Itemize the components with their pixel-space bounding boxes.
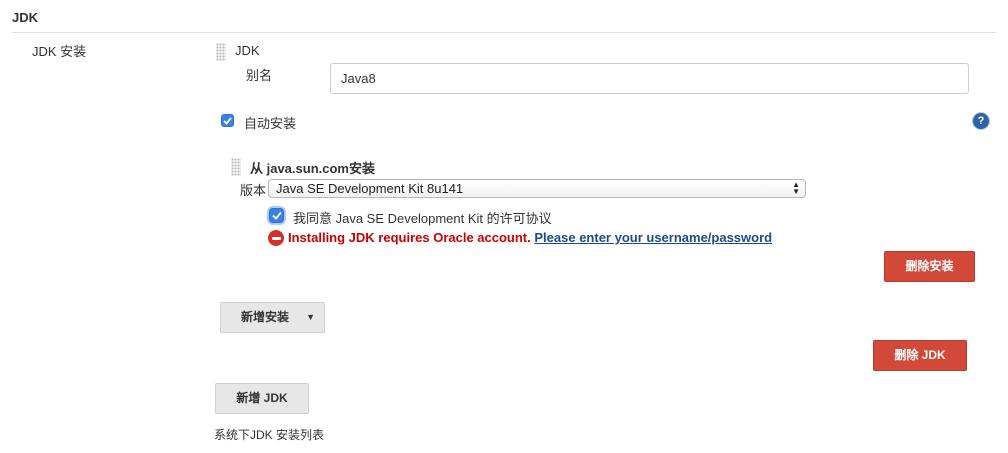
jdk-list-description: 系统下JDK 安装列表 (214, 428, 325, 442)
installer-title: 从 java.sun.com安装 (250, 161, 375, 176)
installer-drag-handle-icon[interactable] (231, 158, 241, 176)
error-message: Installing JDK requires Oracle account. … (288, 230, 772, 245)
auto-install-label: 自动安装 (244, 116, 297, 131)
jdk-entry-header: JDK (235, 43, 260, 58)
caret-down-icon: ▼ (306, 312, 315, 322)
agree-license-checkbox[interactable] (269, 208, 284, 223)
version-select-value: Java SE Development Kit 8u141 (276, 181, 464, 196)
check-icon (271, 211, 282, 220)
alias-label: 别名 (246, 68, 273, 83)
check-icon (223, 116, 232, 125)
add-jdk-button[interactable]: 新增 JDK (215, 383, 309, 414)
version-label: 版本 (240, 183, 267, 198)
version-select[interactable]: Java SE Development Kit 8u141 ▲ ▼ (268, 179, 806, 198)
add-installer-label: 新增安装 (241, 310, 290, 324)
question-icon[interactable]: ? (973, 113, 989, 129)
error-icon (268, 230, 284, 246)
add-installer-button[interactable]: 新增安装 ▼ (220, 302, 325, 333)
agree-license-label: 我同意 Java SE Development Kit 的许可协议 (293, 211, 552, 226)
delete-installer-button[interactable]: 删除安装 (884, 251, 975, 282)
auto-install-checkbox[interactable] (221, 114, 234, 127)
alias-input[interactable] (330, 63, 969, 94)
section-divider (12, 32, 996, 33)
drag-handle-icon[interactable] (216, 43, 226, 61)
delete-jdk-button[interactable]: 删除 JDK (873, 340, 967, 371)
section-title: JDK (12, 10, 39, 25)
select-arrows-icon: ▲ ▼ (792, 180, 800, 196)
error-text: Installing JDK requires Oracle account. (288, 230, 531, 245)
row-label: JDK 安装 (32, 44, 87, 59)
oracle-credentials-link[interactable]: Please enter your username/password (534, 230, 772, 245)
